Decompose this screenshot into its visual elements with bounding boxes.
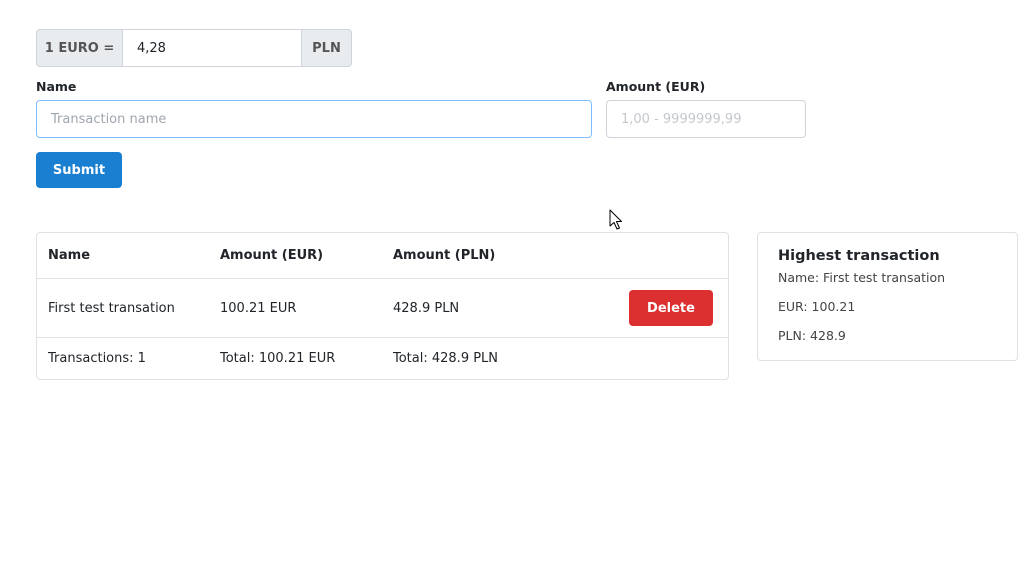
highest-transaction-title: Highest transaction	[778, 248, 940, 264]
row-amount-eur: 100.21 EUR	[220, 300, 297, 316]
table-row: First test transation 100.21 EUR 428.9 P…	[37, 279, 728, 338]
submit-button[interactable]: Submit	[36, 152, 122, 188]
amount-input[interactable]	[606, 100, 806, 138]
total-pln: Total: 428.9 PLN	[393, 351, 499, 366]
rate-currency-addon: PLN	[302, 29, 352, 67]
total-eur: Total: 100.21 EUR	[220, 351, 336, 366]
exchange-rate-input[interactable]	[122, 29, 302, 67]
table-header-row: Name Amount (EUR) Amount (PLN)	[37, 233, 728, 279]
highest-transaction-name: Name: First test transation	[778, 270, 946, 285]
row-amount-pln: 428.9 PLN	[393, 300, 460, 316]
name-label: Name	[36, 79, 77, 94]
header-amount-eur: Amount (EUR)	[220, 248, 324, 263]
rate-prefix-addon: 1 EURO =	[36, 29, 122, 67]
transaction-name-input[interactable]	[36, 100, 592, 138]
table-footer-row: Transactions: 1 Total: 100.21 EUR Total:…	[37, 338, 728, 379]
amount-label: Amount (EUR)	[606, 79, 706, 94]
highest-transaction-eur: EUR: 100.21	[778, 299, 856, 314]
highest-transaction-card: Highest transaction Name: First test tra…	[757, 232, 1018, 361]
header-name: Name	[48, 248, 91, 263]
exchange-rate-group: 1 EURO = PLN	[36, 29, 352, 67]
highest-transaction-pln: PLN: 428.9	[778, 328, 846, 343]
delete-button[interactable]: Delete	[629, 290, 713, 326]
transactions-table: Name Amount (EUR) Amount (PLN) First tes…	[36, 232, 729, 380]
mouse-pointer-icon	[609, 209, 622, 230]
transactions-count: Transactions: 1	[48, 351, 146, 366]
header-amount-pln: Amount (PLN)	[393, 248, 496, 263]
page: 1 EURO = PLN Name Amount (EUR) Submit Na…	[0, 0, 1036, 586]
row-name: First test transation	[48, 300, 175, 316]
